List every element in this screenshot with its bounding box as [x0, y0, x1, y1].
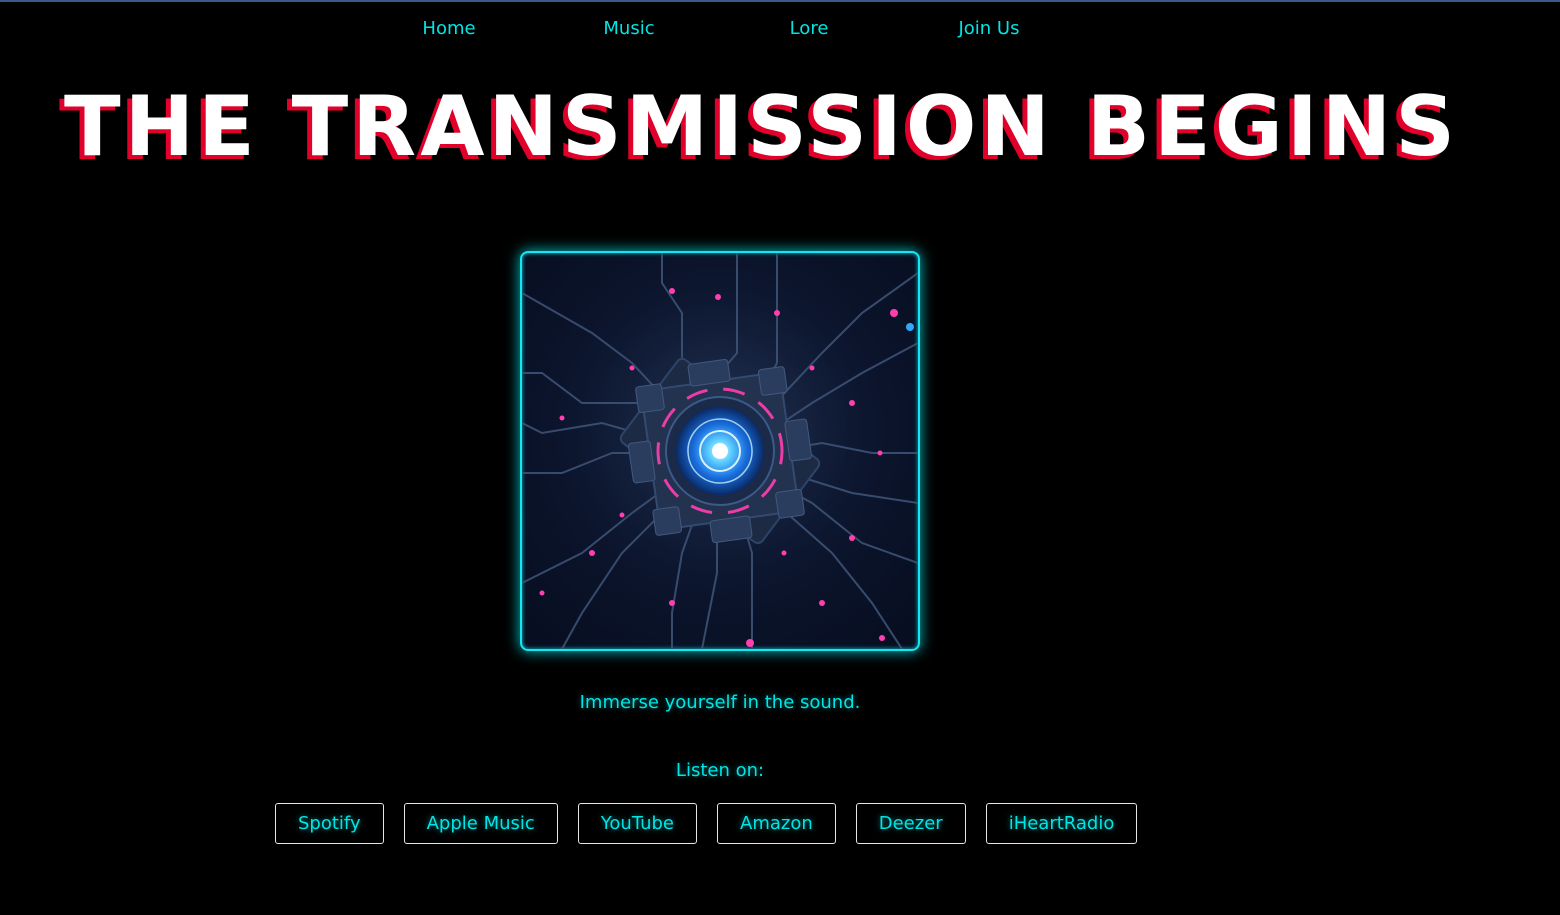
deezer-button[interactable]: Deezer — [855, 803, 966, 844]
glowing-circuit-core-icon — [522, 253, 918, 649]
main-nav: Home Music Lore Join Us — [0, 0, 1560, 60]
youtube-button[interactable]: YouTube — [577, 803, 697, 844]
listen-on-label: Listen on: — [675, 760, 765, 781]
nav-music-link[interactable]: Music — [539, 18, 719, 39]
nav-home-link[interactable]: Home — [359, 18, 539, 39]
tagline-text: Immerse yourself in the sound. — [579, 692, 861, 713]
amazon-button[interactable]: Amazon — [717, 803, 836, 844]
spotify-button[interactable]: Spotify — [275, 803, 384, 844]
streaming-platform-buttons: Spotify Apple Music YouTube Amazon Deeze… — [275, 803, 1138, 844]
iheartradio-button[interactable]: iHeartRadio — [985, 803, 1138, 844]
apple-music-button[interactable]: Apple Music — [403, 803, 558, 844]
album-artwork — [520, 251, 920, 651]
hero-title: THE TRANSMISSION BEGINS — [64, 78, 1459, 175]
nav-lore-link[interactable]: Lore — [719, 18, 899, 39]
nav-join-us-link[interactable]: Join Us — [899, 18, 1079, 39]
